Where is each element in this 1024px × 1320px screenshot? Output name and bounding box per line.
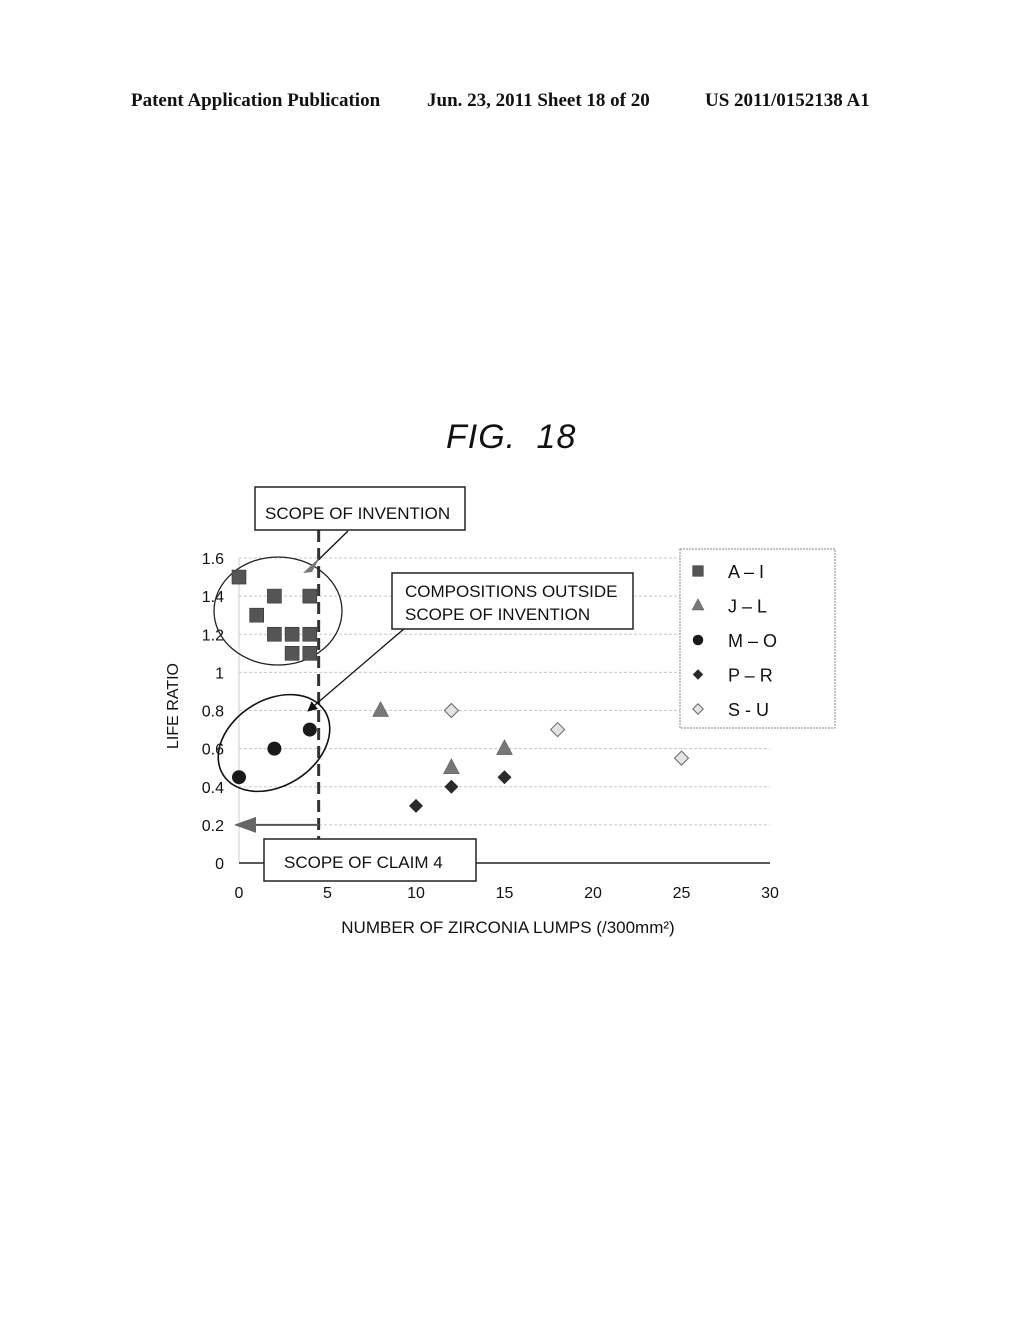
x-tick-label: 20 [584, 885, 602, 902]
outside-scope-callout: COMPOSITIONS OUTSIDE SCOPE OF INVENTION [307, 572, 634, 712]
data-point-triangle [496, 739, 513, 755]
scope-of-claim-callout: SCOPE OF CLAIM 4 [234, 816, 477, 882]
scope-of-invention-callout: SCOPE OF INVENTION [254, 486, 466, 573]
data-point-open-diamond [673, 750, 690, 766]
data-point-triangle [372, 700, 390, 717]
legend-label: A – I [728, 562, 764, 582]
data-point-open-diamond [443, 702, 460, 719]
data-point-square [267, 626, 282, 642]
data-point-square [302, 646, 318, 661]
y-tick-label: 0.2 [202, 818, 224, 835]
legend-marker-circle [692, 634, 704, 646]
data-point-diamond [497, 770, 512, 785]
y-tick-label: 1 [215, 665, 224, 682]
x-axis-label: NUMBER OF ZIRCONIA LUMPS (/300mm²) [341, 918, 674, 937]
data-point-square [267, 588, 282, 604]
legend-label: P – R [728, 666, 773, 686]
data-point-diamond [409, 798, 423, 813]
y-tick-label: 0.4 [202, 780, 224, 797]
y-axis-label: LIFE RATIO [165, 663, 182, 749]
data-point-open-diamond [549, 721, 566, 738]
x-tick-label: 30 [761, 885, 779, 902]
data-point-square [302, 626, 318, 642]
outside-scope-label-line1: COMPOSITIONS OUTSIDE [405, 582, 618, 601]
legend-label: M – O [728, 631, 777, 651]
scatter-chart: 00.20.40.60.811.21.41.6 0 5 10 15 20 25 30 LIF… [165, 486, 836, 937]
legend-label: S - U [728, 700, 769, 720]
data-point-square [284, 646, 300, 661]
data-point-square [231, 569, 247, 585]
x-tick-label: 0 [235, 885, 244, 902]
x-tick-label: 15 [496, 885, 514, 902]
data-point-triangle [442, 758, 460, 774]
y-tick-label: 0 [215, 856, 224, 873]
x-tick-label: 10 [407, 885, 425, 902]
legend: A – I J – L M – O P – R S - U [679, 548, 836, 729]
data-point-circle [302, 722, 317, 737]
legend-label: J – L [728, 597, 767, 617]
x-tick-label: 5 [323, 885, 332, 902]
scope-of-invention-label: SCOPE OF INVENTION [265, 504, 450, 523]
y-tick-label: 1.4 [202, 589, 224, 606]
y-tick-labels: 00.20.40.60.811.21.41.6 [202, 551, 224, 873]
y-tick-label: 0.8 [202, 704, 224, 721]
y-tick-label: 1.6 [202, 551, 224, 568]
data-point-square [249, 607, 264, 623]
data-point-square [302, 588, 318, 604]
data-point-square [284, 626, 300, 642]
x-tick-label: 25 [673, 885, 691, 902]
scope-of-claim-label: SCOPE OF CLAIM 4 [284, 853, 443, 872]
legend-marker-square [692, 565, 704, 577]
data-point-circle [267, 741, 282, 756]
outside-scope-label-line2: SCOPE OF INVENTION [405, 605, 590, 624]
data-point-diamond [444, 779, 459, 794]
data-point-circle [232, 770, 246, 785]
x-tick-labels: 0 5 10 15 20 25 30 [235, 885, 779, 902]
